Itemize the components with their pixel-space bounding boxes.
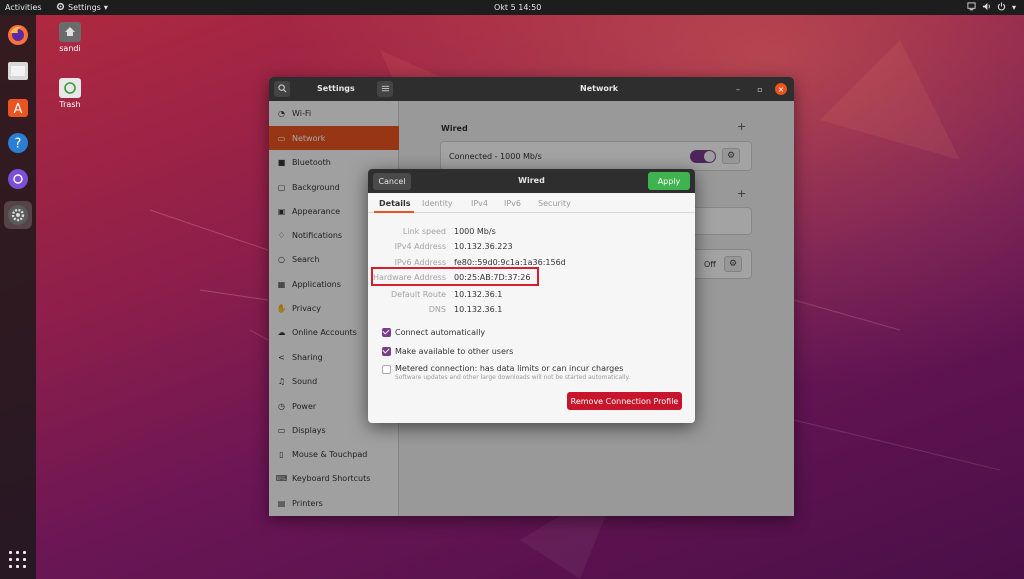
connect-automatically-label: Connect automatically <box>395 328 486 337</box>
firefox-icon[interactable] <box>4 21 32 49</box>
clock[interactable]: Okt 5 14:50 <box>494 3 541 12</box>
activities-button[interactable]: Activities <box>5 3 42 12</box>
help-icon[interactable]: ? <box>4 129 32 157</box>
caret-down-icon: ▾ <box>1011 3 1016 12</box>
trash-icon <box>59 78 81 98</box>
top-bar: Activities Settings ▾ Okt 5 14:50 ▾ <box>0 0 1024 15</box>
app-menu[interactable]: Settings ▾ <box>56 2 108 13</box>
dialog-header: Cancel Wired Apply <box>368 169 695 193</box>
ipv4-address-label: IPv4 Address <box>394 242 446 251</box>
tab-identity[interactable]: Identity <box>422 199 453 208</box>
desktop-icon-home[interactable]: sandi <box>55 22 85 53</box>
tab-ipv4[interactable]: IPv4 <box>471 199 488 208</box>
show-applications-icon[interactable] <box>9 551 27 569</box>
screenshot-icon[interactable] <box>4 165 32 193</box>
metered-connection-hint: Software updates and other large downloa… <box>395 374 631 381</box>
power-menu-icon <box>997 2 1006 14</box>
highlight-annotation <box>371 267 539 286</box>
files-icon[interactable] <box>4 57 32 85</box>
menu-button[interactable] <box>377 81 393 97</box>
metered-connection-checkbox[interactable] <box>382 365 391 374</box>
active-tab-indicator <box>374 211 414 213</box>
dns-label: DNS <box>428 305 446 314</box>
window-header: Settings Network – ▫ × <box>269 77 794 101</box>
default-route-value: 10.132.36.1 <box>454 290 503 299</box>
tab-ipv6[interactable]: IPv6 <box>504 199 521 208</box>
app-menu-label: Settings <box>68 3 101 12</box>
remove-connection-profile-button[interactable]: Remove Connection Profile <box>567 392 682 410</box>
volume-icon <box>982 2 991 14</box>
desktop-icon-label: Trash <box>59 100 81 109</box>
dialog-title: Wired <box>518 176 545 185</box>
search-button[interactable] <box>274 81 290 97</box>
link-speed-value: 1000 Mb/s <box>454 227 496 236</box>
available-to-others-checkbox[interactable] <box>382 347 391 356</box>
link-speed-label: Link speed <box>402 227 446 236</box>
dock: A ? <box>0 15 36 579</box>
network-tray-icon <box>967 2 976 14</box>
ipv6-address-value: fe80::59d0:9c1a:1a36:156d <box>454 258 566 267</box>
search-icon <box>277 83 287 95</box>
dns-value: 10.132.36.1 <box>454 305 503 314</box>
gear-icon <box>56 2 65 13</box>
home-folder-icon <box>59 22 81 42</box>
metered-connection-label: Metered connection: has data limits or c… <box>395 364 624 373</box>
connect-automatically-checkbox[interactable] <box>382 328 391 337</box>
tab-details[interactable]: Details <box>379 199 411 208</box>
sidebar-title: Settings <box>317 84 355 93</box>
desktop-icon-trash[interactable]: Trash <box>55 78 85 109</box>
tab-security[interactable]: Security <box>538 199 571 208</box>
minimize-icon[interactable]: – <box>732 83 744 95</box>
maximize-icon[interactable]: ▫ <box>754 83 766 95</box>
hamburger-icon <box>381 84 390 95</box>
close-icon[interactable]: × <box>775 83 787 95</box>
svg-text:A: A <box>14 102 23 117</box>
page-title: Network <box>580 84 619 93</box>
available-to-others-label: Make available to other users <box>395 347 514 356</box>
system-tray[interactable]: ▾ <box>967 2 1016 14</box>
caret-down-icon: ▾ <box>103 3 108 12</box>
wired-dialog: Cancel Wired Apply Details Identity IPv4… <box>368 169 695 423</box>
software-icon[interactable]: A <box>4 93 32 121</box>
desktop-icon-label: sandi <box>59 44 81 53</box>
default-route-label: Default Route <box>391 290 446 299</box>
svg-text:?: ? <box>15 137 22 152</box>
dialog-tabs: Details Identity IPv4 IPv6 Security <box>368 193 695 213</box>
ipv6-address-label: IPv6 Address <box>394 258 446 267</box>
settings-icon[interactable] <box>4 201 32 229</box>
ipv4-address-value: 10.132.36.223 <box>454 242 513 251</box>
apply-button[interactable]: Apply <box>648 172 690 190</box>
